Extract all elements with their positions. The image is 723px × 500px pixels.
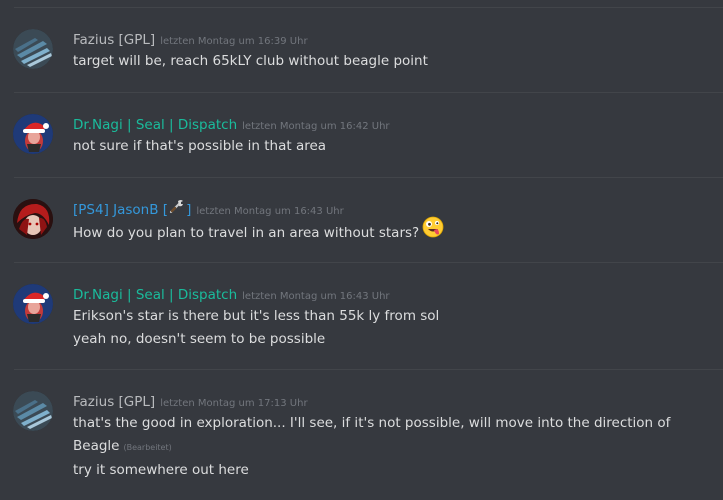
message-line: Beagle (Bearbeitet) bbox=[73, 435, 663, 459]
message-header: Fazius [GPL] letzten Montag um 17:13 Uhr bbox=[73, 391, 308, 414]
timestamp[interactable]: letzten Montag um 16:43 Uhr bbox=[242, 291, 389, 302]
author-name[interactable]: Fazius [GPL] bbox=[73, 394, 155, 410]
message-content: target will be, reach 65kLY club without… bbox=[73, 50, 663, 73]
message-divider bbox=[14, 177, 723, 178]
message-line: Erikson's star is there but it's less th… bbox=[73, 308, 440, 324]
message-text: Beagle bbox=[73, 438, 120, 454]
message-line: target will be, reach 65kLY club without… bbox=[73, 53, 428, 69]
message-group: [PS4] JasonB [] letzten Montag um 16:43 U… bbox=[0, 199, 723, 249]
message-divider bbox=[14, 262, 723, 263]
author-name-suffix: ] bbox=[186, 202, 192, 218]
message-header: [PS4] JasonB [] letzten Montag um 16:43 U… bbox=[73, 199, 344, 222]
timestamp[interactable]: letzten Montag um 17:13 Uhr bbox=[160, 398, 307, 409]
message-line: that's the good in exploration... I'll s… bbox=[73, 415, 671, 431]
zany-face-emoji-icon[interactable] bbox=[422, 216, 444, 246]
author-name[interactable]: Dr.Nagi | Seal | Dispatch bbox=[73, 117, 237, 133]
message-text: How do you plan to travel in an area wit… bbox=[73, 225, 420, 241]
message-content: How do you plan to travel in an area wit… bbox=[73, 216, 663, 246]
author-name[interactable]: Dr.Nagi | Seal | Dispatch bbox=[73, 287, 237, 303]
author-name[interactable]: Fazius [GPL] bbox=[73, 32, 155, 48]
lines-avatar-icon[interactable] bbox=[13, 29, 53, 69]
message-group: Dr.Nagi | Seal | Dispatch letzten Montag … bbox=[0, 114, 723, 164]
chat-message-list: Fazius [GPL] letzten Montag um 16:39 Uhr … bbox=[0, 0, 723, 500]
message-divider bbox=[14, 369, 723, 370]
santa-avatar-icon[interactable] bbox=[13, 284, 53, 324]
message-group: Fazius [GPL] letzten Montag um 17:13 Uhr … bbox=[0, 391, 723, 491]
message-divider bbox=[14, 7, 723, 8]
wrench-icon bbox=[169, 198, 185, 220]
message-content: Erikson's star is there but it's less th… bbox=[73, 305, 663, 351]
message-header: Dr.Nagi | Seal | Dispatch letzten Montag … bbox=[73, 284, 390, 307]
message-header: Fazius [GPL] letzten Montag um 16:39 Uhr bbox=[73, 29, 308, 52]
message-content: not sure if that's possible in that area bbox=[73, 135, 663, 158]
message-line: try it somewhere out here bbox=[73, 462, 249, 478]
timestamp[interactable]: letzten Montag um 16:39 Uhr bbox=[160, 36, 307, 47]
author-name[interactable]: [PS4] JasonB [] bbox=[73, 199, 192, 218]
red-hair-avatar-icon[interactable] bbox=[13, 199, 53, 239]
timestamp[interactable]: letzten Montag um 16:42 Uhr bbox=[242, 121, 389, 132]
message-content: that's the good in exploration... I'll s… bbox=[73, 412, 671, 482]
author-name-prefix: [PS4] JasonB [ bbox=[73, 202, 169, 218]
message-header: Dr.Nagi | Seal | Dispatch letzten Montag … bbox=[73, 114, 390, 137]
message-line: not sure if that's possible in that area bbox=[73, 138, 327, 154]
message-divider bbox=[14, 92, 723, 93]
message-line: How do you plan to travel in an area wit… bbox=[73, 216, 663, 246]
lines-avatar-icon[interactable] bbox=[13, 391, 53, 431]
message-group: Dr.Nagi | Seal | Dispatch letzten Montag … bbox=[0, 284, 723, 354]
message-group: Fazius [GPL] letzten Montag um 16:39 Uhr … bbox=[0, 29, 723, 79]
santa-avatar-icon[interactable] bbox=[13, 114, 53, 154]
edited-label: (Bearbeitet) bbox=[123, 443, 172, 452]
timestamp[interactable]: letzten Montag um 16:43 Uhr bbox=[196, 206, 343, 217]
message-line: yeah no, doesn't seem to be possible bbox=[73, 331, 326, 347]
